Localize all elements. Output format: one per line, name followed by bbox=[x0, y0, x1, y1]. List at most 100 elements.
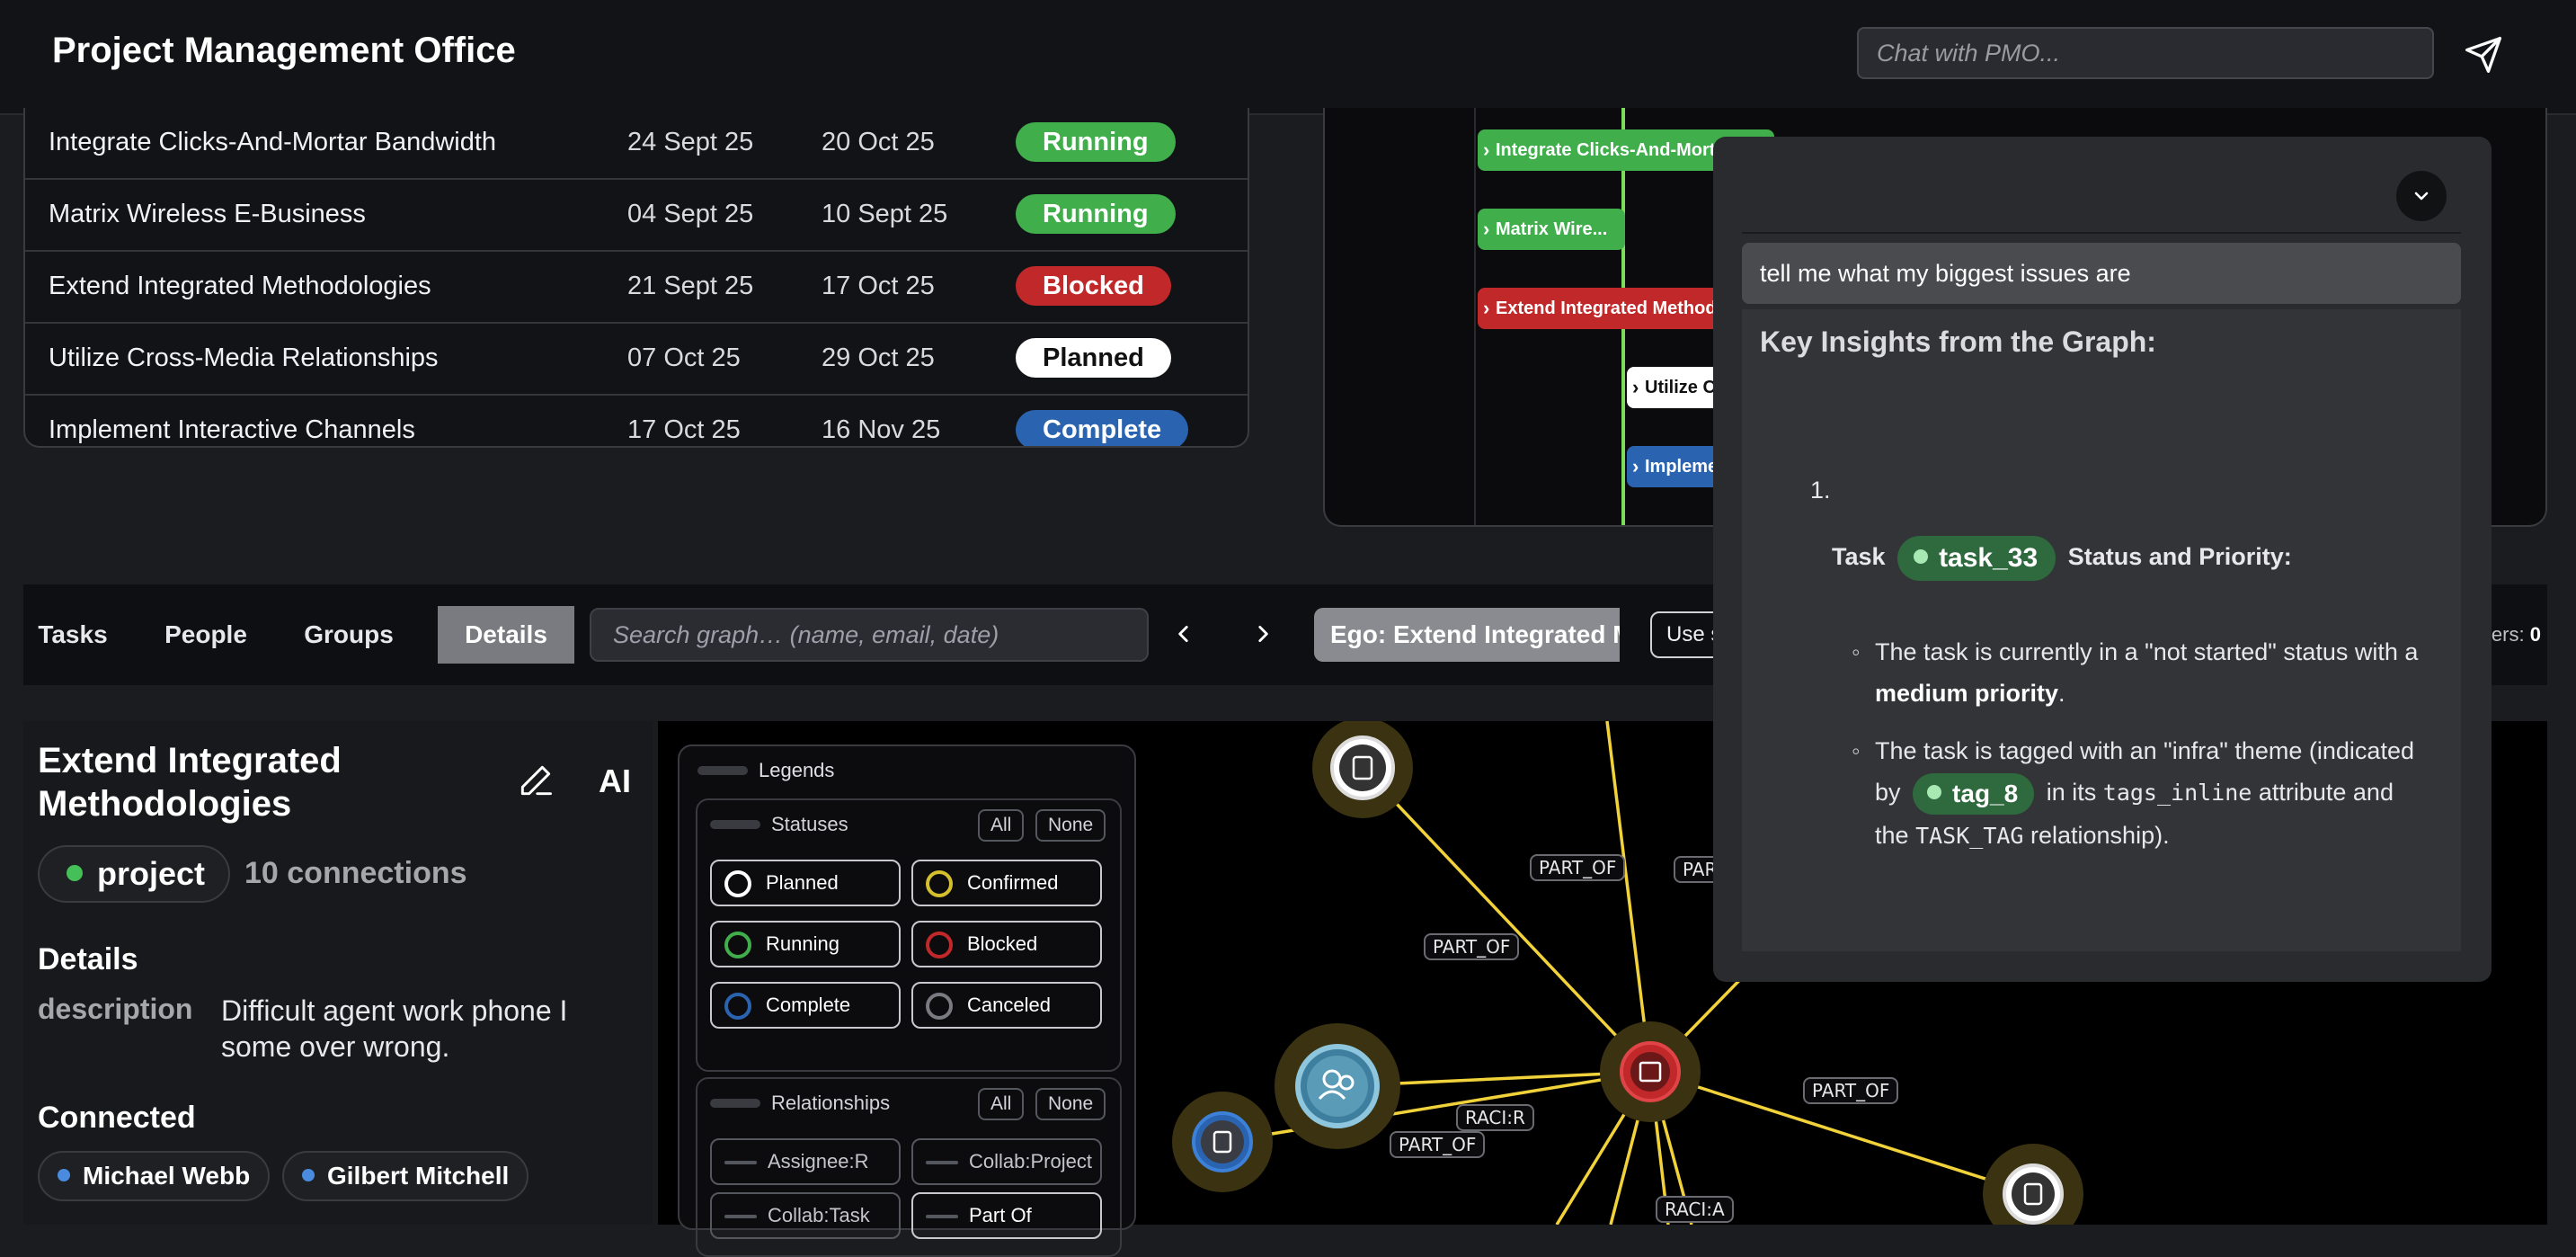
relationships-none-button[interactable]: None bbox=[1035, 1088, 1106, 1120]
edge-label: PART_OF bbox=[1424, 933, 1520, 960]
legend-status-label: Canceled bbox=[967, 994, 1051, 1016]
legend-status-chip[interactable]: Confirmed bbox=[911, 860, 1102, 906]
relationships-title: Relationships bbox=[710, 1092, 890, 1115]
list-number: 1. bbox=[1810, 477, 1831, 504]
task-start-date: 17 Oct 25 bbox=[627, 415, 741, 444]
task-start-date: 24 Sept 25 bbox=[627, 128, 754, 156]
insight-bullet: The task is currently in a "not started"… bbox=[1852, 631, 2423, 714]
tab-tasks[interactable]: Tasks bbox=[23, 606, 122, 664]
task-end-date: 17 Oct 25 bbox=[822, 272, 935, 300]
task-tag-pill[interactable]: task_33 bbox=[1897, 536, 2056, 581]
tab-people[interactable]: People bbox=[149, 606, 262, 664]
legend-status-chip[interactable]: Canceled bbox=[911, 982, 1102, 1029]
legends-title: Legends bbox=[697, 759, 834, 782]
legend-relationship-chip[interactable]: Assignee:R bbox=[710, 1138, 901, 1185]
edit-button[interactable] bbox=[516, 761, 561, 806]
legend-status-chip[interactable]: Complete bbox=[710, 982, 901, 1029]
legend-status-label: Blocked bbox=[967, 932, 1038, 955]
task-row[interactable]: Utilize Cross-Media Relationships 07 Oct … bbox=[25, 324, 1248, 396]
legend-relationship-chip[interactable]: Part Of bbox=[911, 1192, 1102, 1239]
connected-person-chip[interactable]: Gilbert Mitchell bbox=[282, 1151, 529, 1201]
app-title: Project Management Office bbox=[52, 31, 516, 70]
task-prefix: Task bbox=[1832, 543, 1886, 571]
bullet-text: in its bbox=[2046, 779, 2097, 806]
legend-relationship-chip[interactable]: Collab:Task bbox=[710, 1192, 901, 1239]
status-badge: Running bbox=[1016, 194, 1176, 234]
assistant-reply: Key Insights from the Graph: 1. Task tas… bbox=[1742, 309, 2461, 951]
legend-status-chip[interactable]: Planned bbox=[710, 860, 901, 906]
relationships-all-button[interactable]: All bbox=[978, 1088, 1025, 1120]
task-name: Integrate Clicks-And-Mortar Bandwidth bbox=[49, 128, 497, 156]
status-ring-icon bbox=[724, 993, 751, 1020]
ai-button[interactable]: AI bbox=[599, 762, 631, 800]
task-row[interactable]: Implement Interactive Channels 17 Oct 25 1… bbox=[25, 396, 1248, 446]
status-ring-icon bbox=[724, 870, 751, 897]
statuses-all-button[interactable]: All bbox=[978, 809, 1025, 842]
next-button[interactable] bbox=[1240, 611, 1285, 658]
tab-details[interactable]: Details bbox=[438, 606, 574, 664]
expand-caret-icon: › bbox=[1483, 138, 1490, 161]
group-node[interactable] bbox=[1295, 1044, 1380, 1128]
graph-search-input[interactable] bbox=[590, 608, 1149, 662]
graph-edge bbox=[1605, 721, 1652, 1073]
connected-person-chip[interactable]: Michael Webb bbox=[38, 1151, 271, 1201]
statuses-box: Statuses All None Planned Confirmed Runnin… bbox=[696, 798, 1122, 1072]
prev-button[interactable] bbox=[1161, 611, 1206, 658]
expand-caret-icon: › bbox=[1483, 297, 1490, 319]
task-end-date: 20 Oct 25 bbox=[822, 128, 935, 156]
chevron-down-icon bbox=[2414, 192, 2429, 201]
task-row[interactable]: Matrix Wireless E-Business 04 Sept 25 10 S… bbox=[25, 180, 1248, 252]
edge-label: PART_OF bbox=[1530, 854, 1626, 881]
task-name: Utilize Cross-Media Relationships bbox=[49, 343, 439, 372]
tag-label: tag_8 bbox=[1952, 779, 2019, 807]
task-tag-label: task_33 bbox=[1939, 543, 2039, 573]
legend-relationship-label: Collab:Project bbox=[969, 1150, 1092, 1172]
gantt-bar[interactable]: › Matrix Wire... bbox=[1478, 209, 1625, 250]
connections-count: 10 connections bbox=[244, 856, 467, 890]
gantt-gridline bbox=[1474, 108, 1476, 525]
task-name: Matrix Wireless E-Business bbox=[49, 200, 366, 228]
statuses-title-text: Statuses bbox=[771, 813, 848, 835]
legend-relationship-label: Collab:Task bbox=[768, 1204, 870, 1226]
legend-relationship-label: Part Of bbox=[969, 1204, 1032, 1226]
chat-input[interactable] bbox=[1857, 27, 2434, 79]
task-row[interactable]: Extend Integrated Methodologies 21 Sept 2… bbox=[25, 252, 1248, 324]
legend-status-chip[interactable]: Blocked bbox=[911, 921, 1102, 967]
status-dot bbox=[67, 865, 83, 881]
connected-heading: Connected bbox=[38, 1101, 196, 1135]
statuses-title: Statuses bbox=[710, 813, 848, 836]
project-node[interactable] bbox=[1620, 1041, 1681, 1102]
task-suffix: Status and Priority: bbox=[2067, 543, 2292, 571]
collapse-chat-button[interactable] bbox=[2396, 171, 2447, 221]
task-node[interactable] bbox=[2003, 1163, 2064, 1225]
pencil-icon bbox=[520, 765, 552, 796]
reply-heading: Key Insights from the Graph: bbox=[1760, 325, 2156, 358]
legend-status-label: Confirmed bbox=[967, 871, 1059, 894]
statuses-none-button[interactable]: None bbox=[1035, 809, 1106, 842]
legend-relationship-label: Assignee:R bbox=[768, 1150, 869, 1172]
task-row[interactable]: Integrate Clicks-And-Mortar Bandwidth 24 … bbox=[25, 108, 1248, 180]
tag-pill[interactable]: tag_8 bbox=[1913, 772, 2035, 815]
bullet-text: The task is currently in a "not started"… bbox=[1875, 638, 2419, 665]
legend-status-chip[interactable]: Running bbox=[710, 921, 901, 967]
task-node[interactable] bbox=[1330, 735, 1395, 800]
details-heading: Details bbox=[38, 942, 138, 976]
edge-label: RACI:R bbox=[1456, 1104, 1534, 1131]
legend-status-label: Complete bbox=[766, 994, 851, 1016]
gantt-bar-label: Extend Integrated Methodo... bbox=[1496, 299, 1743, 318]
tab-groups[interactable]: Groups bbox=[289, 606, 408, 664]
relationships-box: Relationships All None Assignee:R Collab… bbox=[696, 1077, 1122, 1257]
expand-caret-icon: › bbox=[1632, 376, 1639, 398]
legend-relationship-chip[interactable]: Collab:Project bbox=[911, 1138, 1102, 1185]
code-text: TASK_TAG bbox=[1915, 822, 2024, 849]
person-name: Gilbert Mitchell bbox=[327, 1162, 510, 1190]
status-badge: Blocked bbox=[1016, 266, 1171, 306]
status-ring-icon bbox=[926, 993, 953, 1020]
task-node[interactable] bbox=[1192, 1111, 1253, 1172]
gantt-bar-label: Matrix Wire... bbox=[1496, 219, 1608, 239]
send-button[interactable] bbox=[2461, 32, 2506, 77]
ego-filter-pill[interactable]: Ego: Extend Integrated Methodologies bbox=[1314, 608, 1620, 662]
chat-divider bbox=[1742, 232, 2461, 234]
bullet-bold: medium priority bbox=[1875, 680, 2059, 707]
description-value: Difficult agent work phone I some over w… bbox=[221, 994, 568, 1063]
